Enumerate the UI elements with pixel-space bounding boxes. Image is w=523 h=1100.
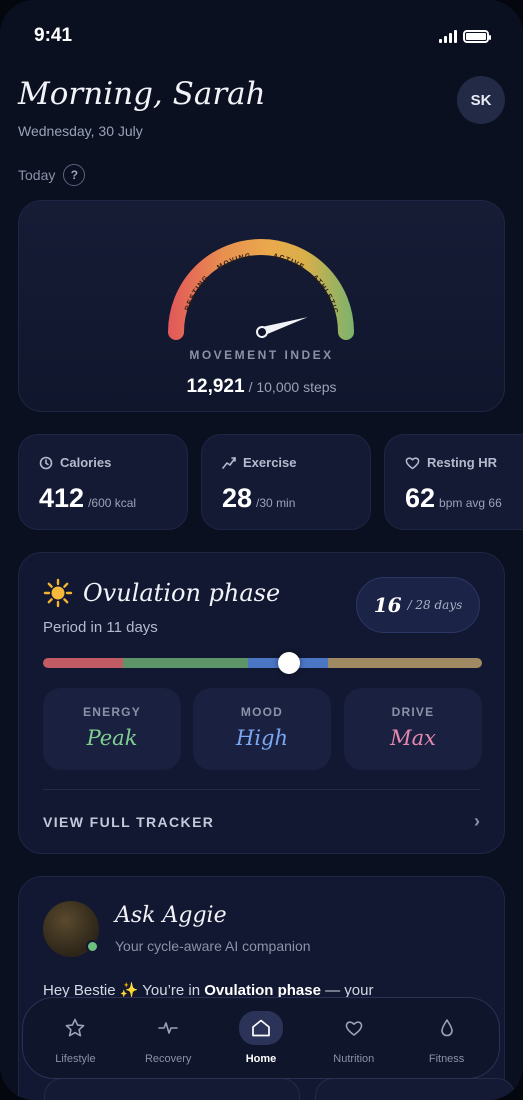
peek-card-left bbox=[44, 1078, 300, 1100]
tab-fitness[interactable]: Fitness bbox=[403, 1011, 491, 1065]
calories-value: 412 bbox=[39, 483, 85, 513]
drop-icon bbox=[440, 1019, 453, 1037]
cycle-day-number: 16 bbox=[373, 593, 402, 617]
cycle-day-total: / 28 days bbox=[407, 598, 463, 612]
resting-hr-card[interactable]: Resting HR 62 bpm avg 66 bbox=[384, 434, 523, 530]
phase-name: Ovulation phase bbox=[83, 579, 281, 607]
tab-lifestyle[interactable]: Lifestyle bbox=[31, 1011, 119, 1065]
cycle-day-pill[interactable]: 16 / 28 days bbox=[356, 577, 480, 633]
luteal-segment bbox=[328, 658, 482, 668]
menstrual-segment bbox=[43, 658, 123, 668]
tab-home-label: Home bbox=[245, 1053, 277, 1065]
drive-value: Max bbox=[390, 726, 436, 750]
follicular-segment bbox=[123, 658, 248, 668]
energy-value: Peak bbox=[86, 726, 138, 750]
aggie-title: Ask Aggie bbox=[115, 903, 227, 928]
energy-label: ENERGY bbox=[83, 705, 141, 719]
cycle-phase-card: Ovulation phase Period in 11 days 16 / 2… bbox=[18, 552, 505, 854]
exercise-unit: /30 min bbox=[256, 496, 296, 510]
tab-lifestyle-label: Lifestyle bbox=[55, 1053, 96, 1065]
chevron-right-icon: › bbox=[474, 811, 480, 831]
bottom-tab-bar: Lifestyle Recovery Home Nutrition Fitnes… bbox=[22, 997, 500, 1079]
aggie-subtitle: Your cycle-aware AI companion bbox=[115, 938, 311, 954]
pulse-icon bbox=[158, 1022, 178, 1034]
drive-metric: DRIVE Max bbox=[344, 688, 482, 770]
cycle-progress-knob[interactable] bbox=[277, 652, 300, 674]
resting-hr-unit: bpm avg 66 bbox=[439, 496, 502, 510]
home-icon bbox=[252, 1019, 270, 1037]
exercise-label: Exercise bbox=[243, 455, 297, 470]
movement-index-title: MOVEMENT INDEX bbox=[189, 348, 334, 362]
drive-label: DRIVE bbox=[391, 705, 435, 719]
period-countdown: Period in 11 days bbox=[43, 619, 158, 636]
view-full-tracker-label: VIEW FULL TRACKER bbox=[43, 813, 215, 830]
mood-metric: MOOD High bbox=[193, 688, 331, 770]
energy-metric: ENERGY Peak bbox=[43, 688, 181, 770]
tab-recovery[interactable]: Recovery bbox=[124, 1011, 212, 1065]
exercise-card[interactable]: Exercise 28 /30 min bbox=[201, 434, 371, 530]
star-icon bbox=[65, 1018, 85, 1037]
steps-readout: 12,921/ 10,000 steps bbox=[0, 376, 523, 398]
calories-label: Calories bbox=[60, 455, 112, 470]
calories-card[interactable]: Calories 412 /600 kcal bbox=[18, 434, 188, 530]
trend-icon bbox=[222, 456, 236, 469]
view-full-tracker-button[interactable]: VIEW FULL TRACKER › bbox=[43, 811, 480, 832]
resting-hr-value: 62 bbox=[405, 483, 436, 513]
tab-fitness-label: Fitness bbox=[428, 1053, 465, 1065]
resting-hr-label: Resting HR bbox=[427, 455, 498, 470]
divider bbox=[43, 789, 480, 790]
tab-home[interactable]: Home bbox=[217, 1011, 305, 1065]
steps-goal: / 10,000 steps bbox=[248, 379, 337, 395]
tab-nutrition-label: Nutrition bbox=[333, 1053, 375, 1065]
calories-unit: /600 kcal bbox=[88, 496, 137, 510]
steps-value: 12,921 bbox=[186, 376, 245, 397]
exercise-value: 28 bbox=[222, 483, 253, 513]
phone-screen: 9:41 Morning, Sarah Wednesday, 30 July S… bbox=[0, 0, 523, 1100]
heart-icon bbox=[405, 456, 420, 469]
mood-label: MOOD bbox=[240, 705, 284, 719]
tab-recovery-label: Recovery bbox=[144, 1053, 192, 1065]
heart-icon bbox=[345, 1021, 363, 1036]
clock-icon bbox=[39, 456, 53, 469]
phase-title-row: Ovulation phase bbox=[43, 578, 280, 608]
online-status-dot bbox=[86, 940, 99, 953]
cycle-progress-bar[interactable] bbox=[43, 652, 482, 674]
gauge-needle bbox=[256, 317, 308, 338]
mood-value: High bbox=[236, 726, 288, 750]
sun-icon bbox=[43, 578, 73, 608]
tab-nutrition[interactable]: Nutrition bbox=[310, 1011, 398, 1065]
peek-card-right bbox=[315, 1078, 515, 1100]
